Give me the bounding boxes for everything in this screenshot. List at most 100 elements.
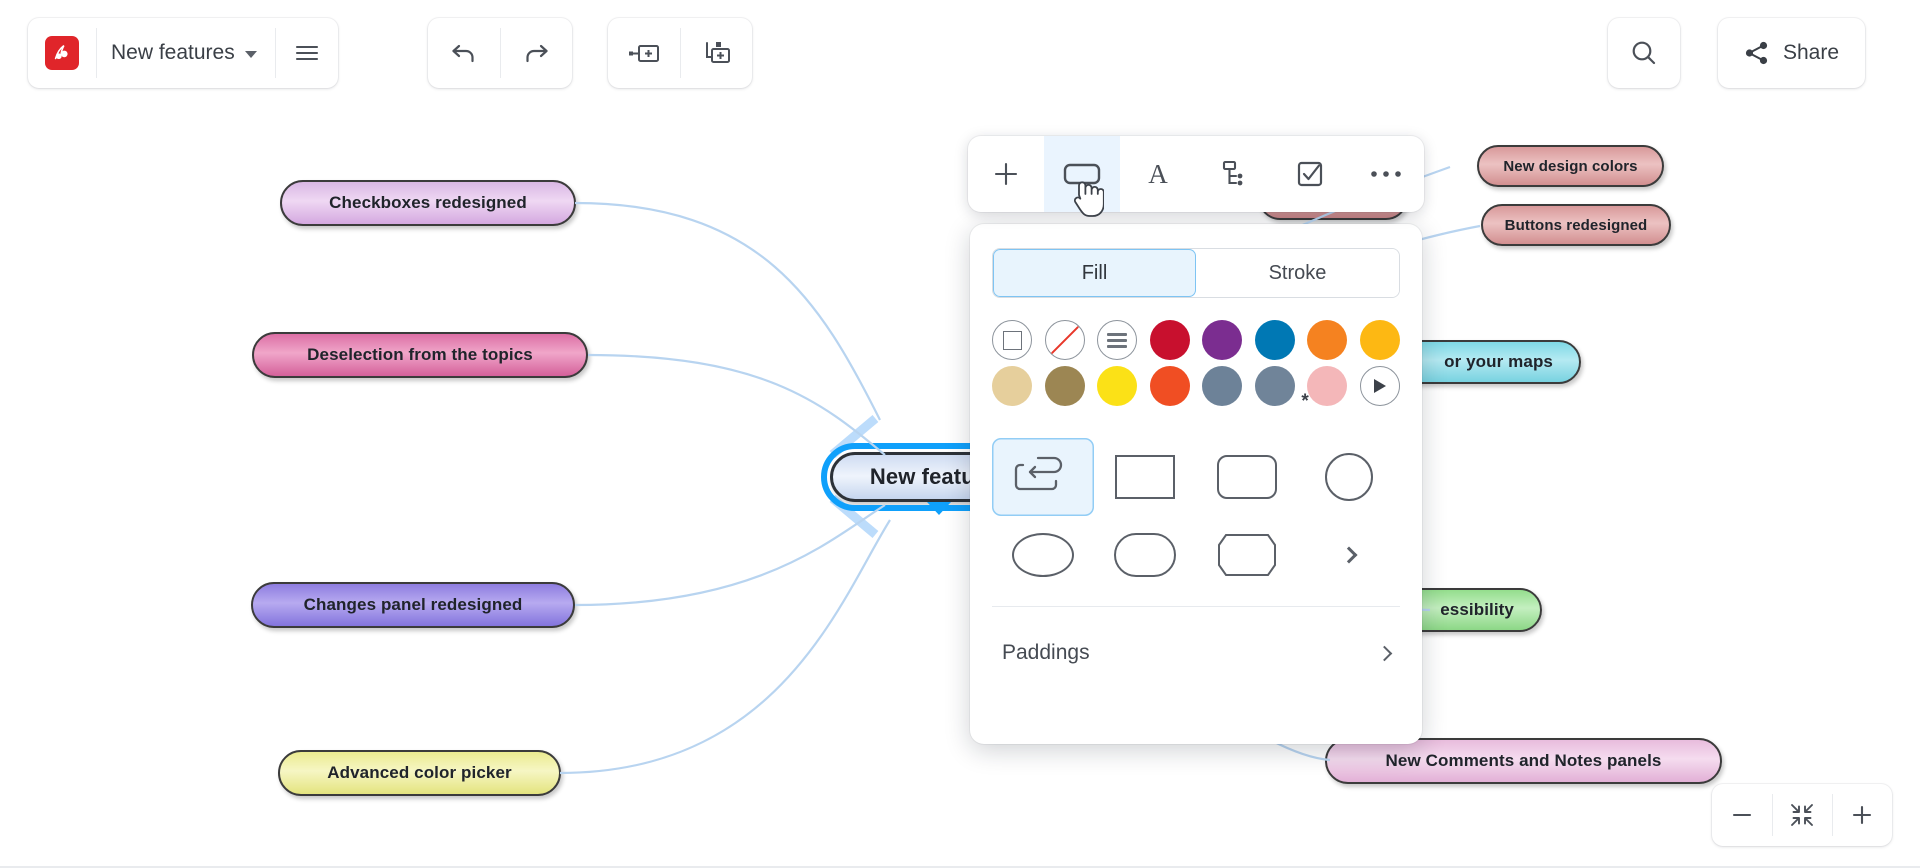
play-icon: [1371, 377, 1388, 395]
share-icon: [1744, 40, 1770, 66]
swatch-khaki[interactable]: [1045, 366, 1085, 406]
app-logo-button[interactable]: [28, 18, 96, 88]
tab-fill[interactable]: Fill: [993, 249, 1196, 297]
shape-option-auto-shape[interactable]: [992, 438, 1094, 516]
paddings-label: Paddings: [1002, 641, 1090, 665]
mindmeister-logo-icon: [45, 36, 79, 70]
layout-style-button[interactable]: [1196, 136, 1272, 212]
svg-text:A: A: [1148, 159, 1168, 189]
history-toolbar-group: [428, 18, 572, 88]
swatch-red-orange[interactable]: [1150, 366, 1190, 406]
add-sibling-topic-button[interactable]: [608, 18, 680, 88]
ellipsis-icon: [1369, 168, 1403, 180]
shape-row-1: [992, 438, 1400, 516]
top-toolbar: New features: [0, 0, 1920, 118]
swatch-purple[interactable]: [1202, 320, 1242, 360]
paddings-row[interactable]: Paddings: [992, 624, 1400, 682]
swatch-orange[interactable]: [1307, 320, 1347, 360]
rounded-rectangle-shape-icon: [1217, 455, 1277, 499]
rectangle-shape-icon: [1115, 455, 1175, 499]
swatch-default-fill[interactable]: [992, 320, 1032, 360]
task-checkbox-button[interactable]: [1272, 136, 1348, 212]
shape-options-grid: [992, 438, 1400, 594]
square-icon: [1003, 331, 1022, 350]
tab-fill-label: Fill: [1082, 262, 1108, 285]
tab-stroke-label: Stroke: [1269, 262, 1327, 285]
insert-toolbar-group: [608, 18, 752, 88]
premium-asterisk-badge: *: [1301, 391, 1308, 413]
fit-to-screen-icon: [1789, 802, 1815, 828]
swatch-pink[interactable]: *: [1307, 366, 1347, 406]
plus-icon: [1850, 803, 1874, 827]
redo-arrow-icon: [521, 40, 551, 66]
gradient-icon: [1107, 333, 1127, 348]
topic-shape-icon: [1062, 160, 1102, 188]
undo-button[interactable]: [428, 18, 500, 88]
swatch-sand[interactable]: [992, 366, 1032, 406]
swatch-gradient-fill[interactable]: [1097, 320, 1137, 360]
zoom-controls: [1712, 784, 1892, 846]
shape-option-rounded-rectangle[interactable]: [1196, 438, 1298, 516]
tab-stroke[interactable]: Stroke: [1196, 249, 1399, 297]
swatch-crimson[interactable]: [1150, 320, 1190, 360]
add-child-topic-icon: [700, 40, 732, 66]
shape-row-2: [992, 516, 1400, 594]
topic-layout-icon: [1219, 159, 1249, 189]
chevron-right-icon: [1341, 547, 1358, 564]
swatch-no-fill[interactable]: [1045, 320, 1085, 360]
panel-divider: [992, 606, 1400, 607]
color-swatches: *: [992, 320, 1400, 412]
color-swatch-row-1: [992, 320, 1400, 360]
text-style-button[interactable]: A: [1120, 136, 1196, 212]
shape-option-more-shapes[interactable]: [1298, 516, 1400, 594]
document-title: New features: [111, 41, 235, 65]
document-toolbar-group: New features: [28, 18, 338, 88]
swatch-blue[interactable]: [1255, 320, 1295, 360]
share-button[interactable]: Share: [1718, 18, 1865, 88]
shape-style-button[interactable]: [1044, 136, 1120, 212]
barrel-shape-icon: [1215, 532, 1279, 578]
shape-option-ellipse[interactable]: [992, 516, 1094, 594]
swatch-yellow[interactable]: [1097, 366, 1137, 406]
hamburger-menu-icon: [294, 43, 320, 63]
color-swatch-row-2: *: [992, 366, 1400, 406]
shape-fill-panel: Fill Stroke: [970, 224, 1422, 744]
redo-button[interactable]: [500, 18, 572, 88]
shape-option-barrel[interactable]: [1196, 516, 1298, 594]
plus-icon: [990, 158, 1022, 190]
zoom-in-button[interactable]: [1832, 784, 1892, 846]
more-options-button[interactable]: [1348, 136, 1424, 212]
add-child-topic-button[interactable]: [680, 18, 752, 88]
fit-to-screen-button[interactable]: [1772, 784, 1832, 846]
zoom-out-button[interactable]: [1712, 784, 1772, 846]
fill-stroke-tabs: Fill Stroke: [992, 248, 1400, 298]
swatch-more-colors[interactable]: [1360, 366, 1400, 406]
swatch-amber[interactable]: [1360, 320, 1400, 360]
circle-shape-icon: [1325, 453, 1373, 501]
search-button[interactable]: [1608, 18, 1680, 88]
chevron-right-icon: [1377, 645, 1393, 661]
chevron-down-icon: [245, 51, 257, 58]
undo-arrow-icon: [449, 40, 479, 66]
search-icon: [1629, 38, 1659, 68]
shape-option-circle[interactable]: [1298, 438, 1400, 516]
hamburger-menu-button[interactable]: [276, 18, 338, 88]
ellipse-shape-icon: [1012, 533, 1074, 577]
add-topic-button[interactable]: [968, 136, 1044, 212]
search-toolbar-group: [1608, 18, 1680, 88]
shape-option-stadium[interactable]: [1094, 516, 1196, 594]
swatch-steel-blue[interactable]: [1255, 366, 1295, 406]
mindmap-canvas[interactable]: [0, 0, 1920, 868]
add-sibling-topic-icon: [626, 41, 662, 65]
share-toolbar-group: Share: [1718, 18, 1865, 88]
shape-option-rectangle[interactable]: [1094, 438, 1196, 516]
checkbox-icon: [1295, 159, 1325, 189]
text-format-icon: A: [1143, 159, 1173, 189]
stadium-shape-icon: [1114, 533, 1176, 577]
auto-shape-icon: [1014, 454, 1072, 500]
share-label: Share: [1783, 41, 1839, 65]
topic-format-toolbar: A: [968, 136, 1424, 212]
swatch-slate-blue[interactable]: [1202, 366, 1242, 406]
minus-icon: [1730, 803, 1754, 827]
document-title-menu[interactable]: New features: [97, 18, 275, 88]
